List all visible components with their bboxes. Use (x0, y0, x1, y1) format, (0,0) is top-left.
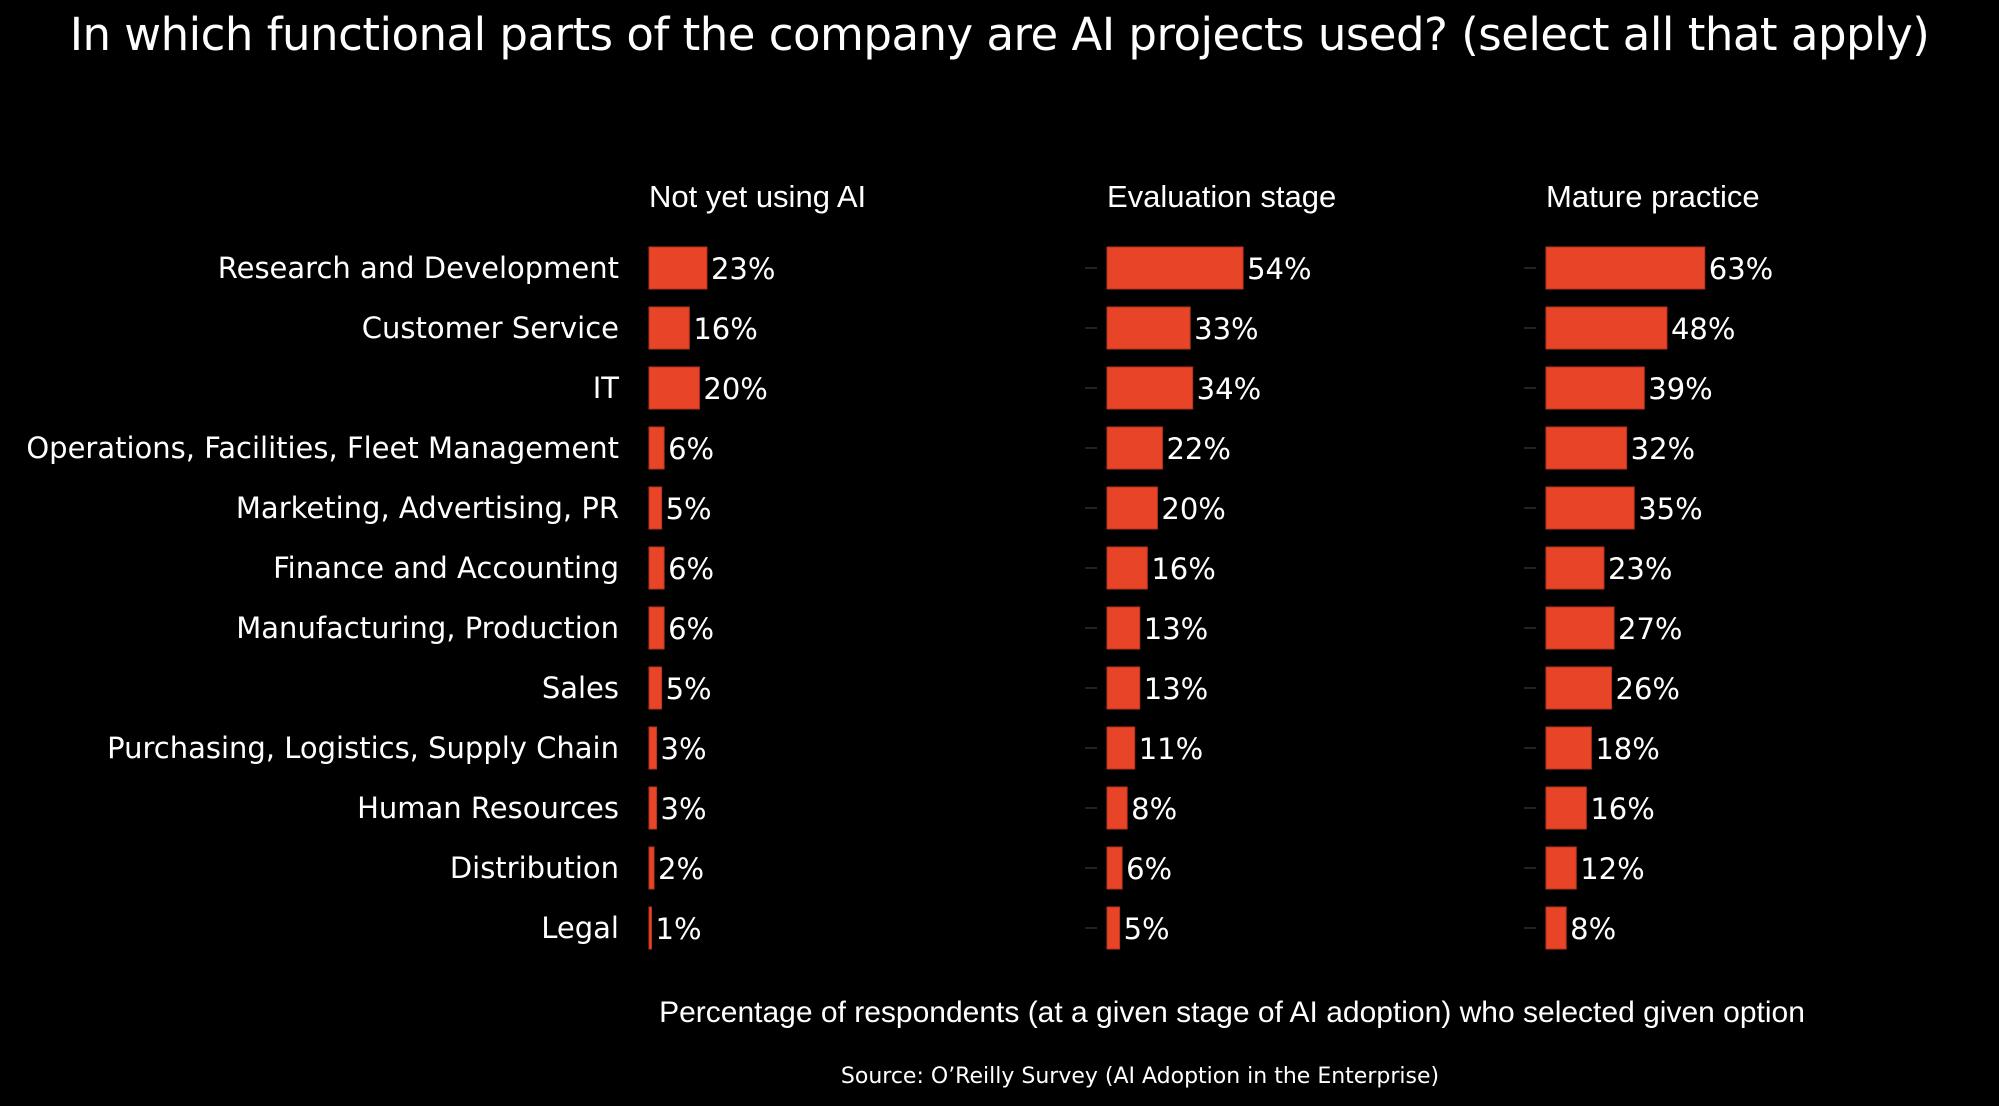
data-label: 6% (1126, 852, 1172, 886)
bar (1545, 846, 1577, 890)
data-label: 26% (1616, 672, 1680, 706)
data-label: 6% (668, 552, 714, 586)
bar (1106, 366, 1194, 410)
bar (648, 906, 653, 950)
data-label: 13% (1144, 612, 1208, 646)
data-label: 6% (668, 612, 714, 646)
bar (1545, 786, 1587, 830)
bar (1545, 726, 1592, 770)
data-label: 34% (1197, 372, 1261, 406)
bar (1106, 486, 1158, 530)
category-label: Manufacturing, Production (236, 611, 619, 645)
panel-1: Not yet using AI 23% 16% 20% 6% 5% 6% 6% 5% 3% 3% 2… (648, 179, 866, 950)
bar (1545, 606, 1615, 650)
bar (648, 726, 658, 770)
category-label: Sales (542, 671, 619, 705)
bar (1545, 426, 1628, 470)
panel-title: Evaluation stage (1107, 179, 1336, 214)
data-label: 16% (1590, 792, 1654, 826)
data-label: 27% (1618, 612, 1682, 646)
bar (1106, 306, 1191, 350)
panel-3: Mature practice 63% 48% 39% 32% 35% 23% 27% 26% 1… (1524, 179, 1773, 950)
data-label: 18% (1595, 732, 1659, 766)
bar (1545, 246, 1706, 290)
category-label: Research and Development (218, 251, 619, 285)
category-label: Distribution (450, 851, 619, 885)
bar (1106, 546, 1148, 590)
data-label: 8% (1131, 792, 1177, 826)
data-label: 8% (1570, 912, 1616, 946)
data-label: 5% (666, 492, 712, 526)
category-label: Marketing, Advertising, PR (236, 491, 619, 525)
bar (1106, 846, 1123, 890)
data-label: 54% (1247, 252, 1311, 286)
bar (1545, 306, 1668, 350)
bar (648, 786, 658, 830)
bar (1106, 726, 1136, 770)
bar (648, 546, 665, 590)
source-note: Source: O’Reilly Survey (AI Adoption in … (840, 1064, 1440, 1089)
data-label: 1% (656, 912, 702, 946)
bar (648, 426, 665, 470)
data-label: 12% (1580, 852, 1644, 886)
chart-area: Research and Development Customer Service… (26, 179, 1773, 950)
category-label: IT (593, 371, 620, 405)
data-label: 5% (666, 672, 712, 706)
bar (1545, 906, 1567, 950)
data-label: 22% (1166, 432, 1230, 466)
bar (1545, 486, 1635, 530)
bar (1545, 666, 1613, 710)
data-label: 35% (1638, 492, 1702, 526)
data-label: 48% (1671, 312, 1735, 346)
data-label: 63% (1709, 252, 1773, 286)
category-label: Legal (541, 911, 619, 945)
category-label: Customer Service (362, 311, 619, 345)
data-label: 32% (1631, 432, 1695, 466)
category-labels: Research and Development Customer Service… (26, 251, 619, 945)
category-label: Operations, Facilities, Fleet Management (26, 431, 619, 465)
bar (1106, 426, 1163, 470)
data-label: 16% (1151, 552, 1215, 586)
data-label: 3% (661, 792, 707, 826)
bar (648, 606, 665, 650)
data-label: 5% (1124, 912, 1170, 946)
data-label: 23% (1608, 552, 1672, 586)
bar (648, 306, 690, 350)
bar (1106, 666, 1141, 710)
data-label: 20% (1161, 492, 1225, 526)
panel-title: Mature practice (1546, 179, 1760, 214)
data-label: 20% (703, 372, 767, 406)
data-label: 23% (711, 252, 775, 286)
bar (648, 246, 708, 290)
panel-title: Not yet using AI (649, 179, 866, 214)
bar (1106, 906, 1121, 950)
category-label: Human Resources (357, 791, 619, 825)
data-label: 2% (658, 852, 704, 886)
data-label: 6% (668, 432, 714, 466)
bar (648, 366, 700, 410)
panel-2: Evaluation stage 54% 33% 34% 22% 20% 16% 13% 13%… (1085, 179, 1336, 950)
bar (648, 666, 663, 710)
data-label: 39% (1648, 372, 1712, 406)
bar (1545, 546, 1605, 590)
bar (648, 846, 655, 890)
data-label: 13% (1144, 672, 1208, 706)
x-axis-label: Percentage of respondents (at a given st… (659, 996, 1805, 1029)
bar (1106, 606, 1141, 650)
data-label: 33% (1194, 312, 1258, 346)
category-label: Finance and Accounting (273, 551, 619, 585)
bar (1106, 786, 1128, 830)
bar (1545, 366, 1645, 410)
bar (1106, 246, 1244, 290)
panels: Not yet using AI 23% 16% 20% 6% 5% 6% 6% 5% 3% 3% 2… (648, 179, 1773, 950)
data-label: 11% (1139, 732, 1203, 766)
data-label: 3% (661, 732, 707, 766)
data-label: 16% (693, 312, 757, 346)
bar (648, 486, 663, 530)
category-label: Purchasing, Logistics, Supply Chain (107, 731, 619, 765)
